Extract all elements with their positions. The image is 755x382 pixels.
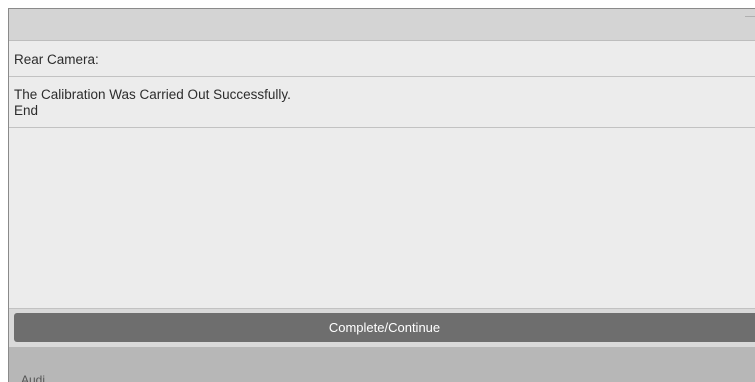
content-area <box>9 129 755 308</box>
minimize-icon[interactable] <box>745 16 755 17</box>
section-title-row: Rear Camera: <box>9 41 755 77</box>
result-message: The Calibration Was Carried Out Successf… <box>14 87 291 102</box>
result-message-row: The Calibration Was Carried Out Successf… <box>9 78 755 128</box>
complete-continue-button[interactable]: Complete/Continue <box>14 313 755 342</box>
action-bar: Complete/Continue <box>9 308 755 348</box>
footer-bar: Audi <box>9 347 755 382</box>
top-bar <box>9 9 755 41</box>
app-window: Rear Camera: The Calibration Was Carried… <box>8 8 755 382</box>
result-status: End <box>14 103 39 118</box>
section-title: Rear Camera: <box>14 52 99 67</box>
brand-label: Audi <box>21 373 46 382</box>
